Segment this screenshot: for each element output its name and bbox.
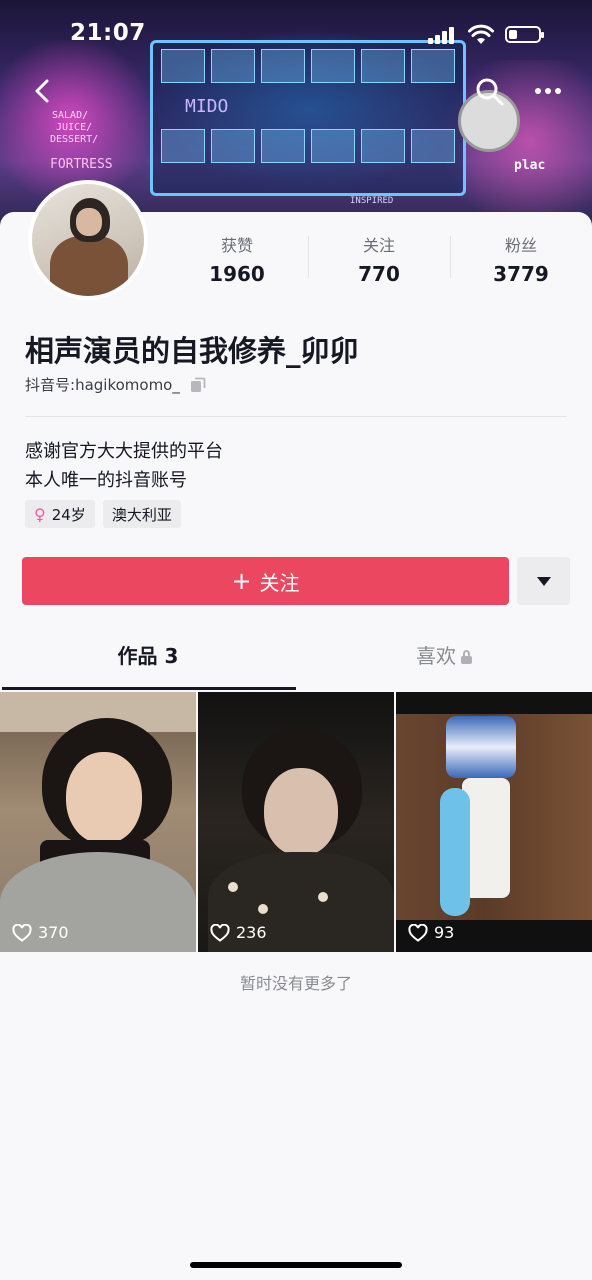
divider <box>25 416 567 417</box>
tab-works-label: 作品 3 <box>117 644 179 668</box>
heart-icon <box>408 923 428 942</box>
stat-label: 关注 <box>362 236 395 255</box>
stat-value: 3779 <box>493 262 549 286</box>
female-icon: ♀ <box>34 504 46 524</box>
profile-stats: 获赞 1960 关注 770 粉丝 3779 <box>166 228 592 292</box>
banner-sign: JUICE/ <box>56 122 93 133</box>
profile-bio: 感谢官方大大提供的平台 本人唯一的抖音账号 <box>25 437 223 495</box>
lock-icon <box>461 650 472 664</box>
video-thumbnail[interactable]: 236 <box>198 692 394 952</box>
banner-sign: DESSERT/ <box>50 134 99 145</box>
video-like-count: 93 <box>408 923 454 942</box>
tag-location: 澳大利亚 <box>102 500 181 528</box>
tag-location-text: 澳大利亚 <box>111 505 172 524</box>
stat-value: 1960 <box>209 262 265 286</box>
content-tabs: 作品 3 喜欢 <box>0 640 592 690</box>
tag-gender-age: ♀ 24岁 <box>25 500 95 528</box>
heart-icon <box>12 923 32 942</box>
search-icon[interactable] <box>474 76 506 108</box>
banner-sign: plac <box>514 158 546 173</box>
stat-followers[interactable]: 粉丝 3779 <box>450 228 592 292</box>
douyin-id-row: 抖音号: hagikomomo_ <box>25 374 206 395</box>
battery-icon <box>505 26 544 43</box>
more-options-icon[interactable] <box>533 78 563 104</box>
bio-line: 感谢官方大大提供的平台 <box>25 441 223 462</box>
stat-label: 粉丝 <box>504 236 537 255</box>
like-count-text: 370 <box>38 923 69 942</box>
plus-icon: + <box>231 567 252 595</box>
tab-likes-label: 喜欢 <box>416 644 456 668</box>
like-count-text: 93 <box>434 923 455 942</box>
banner-sign: MIDO <box>185 96 229 117</box>
tag-age-text: 24岁 <box>51 505 86 524</box>
tab-likes[interactable]: 喜欢 <box>296 640 592 690</box>
follow-button-label: 关注 <box>259 570 300 595</box>
copy-icon[interactable] <box>190 377 206 393</box>
douyin-id-value: hagikomomo_ <box>75 375 180 394</box>
bio-line: 本人唯一的抖音账号 <box>25 470 187 491</box>
heart-icon <box>210 923 230 942</box>
back-arrow-icon[interactable] <box>28 76 58 106</box>
follow-button[interactable]: + 关注 <box>22 557 509 605</box>
end-of-list-text: 暂时没有更多了 <box>239 974 352 993</box>
stat-likes-received[interactable]: 获赞 1960 <box>166 228 308 292</box>
banner-sign: INSPIRED <box>350 196 394 206</box>
banner-sign: FORTRESS <box>50 157 113 172</box>
video-thumbnail[interactable]: 370 <box>0 692 196 952</box>
like-count-text: 236 <box>236 923 267 942</box>
profile-tags: ♀ 24岁 澳大利亚 <box>25 500 181 528</box>
banner-sign: SALAD/ <box>52 110 89 121</box>
status-time: 21:07 <box>70 20 146 46</box>
home-indicator[interactable] <box>190 1262 402 1268</box>
stat-label: 获赞 <box>220 236 253 255</box>
status-bar: 21:07 <box>0 0 592 70</box>
video-like-count: 370 <box>12 923 69 942</box>
video-thumbnail[interactable]: 93 <box>396 692 592 952</box>
wifi-icon <box>468 24 494 44</box>
recommend-dropdown-button[interactable] <box>517 557 570 605</box>
stat-following[interactable]: 关注 770 <box>308 228 450 292</box>
stat-value: 770 <box>358 262 400 286</box>
active-tab-indicator <box>2 687 296 690</box>
avatar[interactable] <box>28 180 148 300</box>
tab-works[interactable]: 作品 3 <box>0 640 296 690</box>
caret-down-icon <box>536 576 551 586</box>
video-like-count: 236 <box>210 923 267 942</box>
profile-nickname: 相声演员的自我修养_卯卯 <box>25 334 359 368</box>
video-grid: 370 236 93 <box>0 692 592 952</box>
cellular-signal-icon <box>428 26 458 44</box>
douyin-id-label: 抖音号: <box>25 376 76 394</box>
